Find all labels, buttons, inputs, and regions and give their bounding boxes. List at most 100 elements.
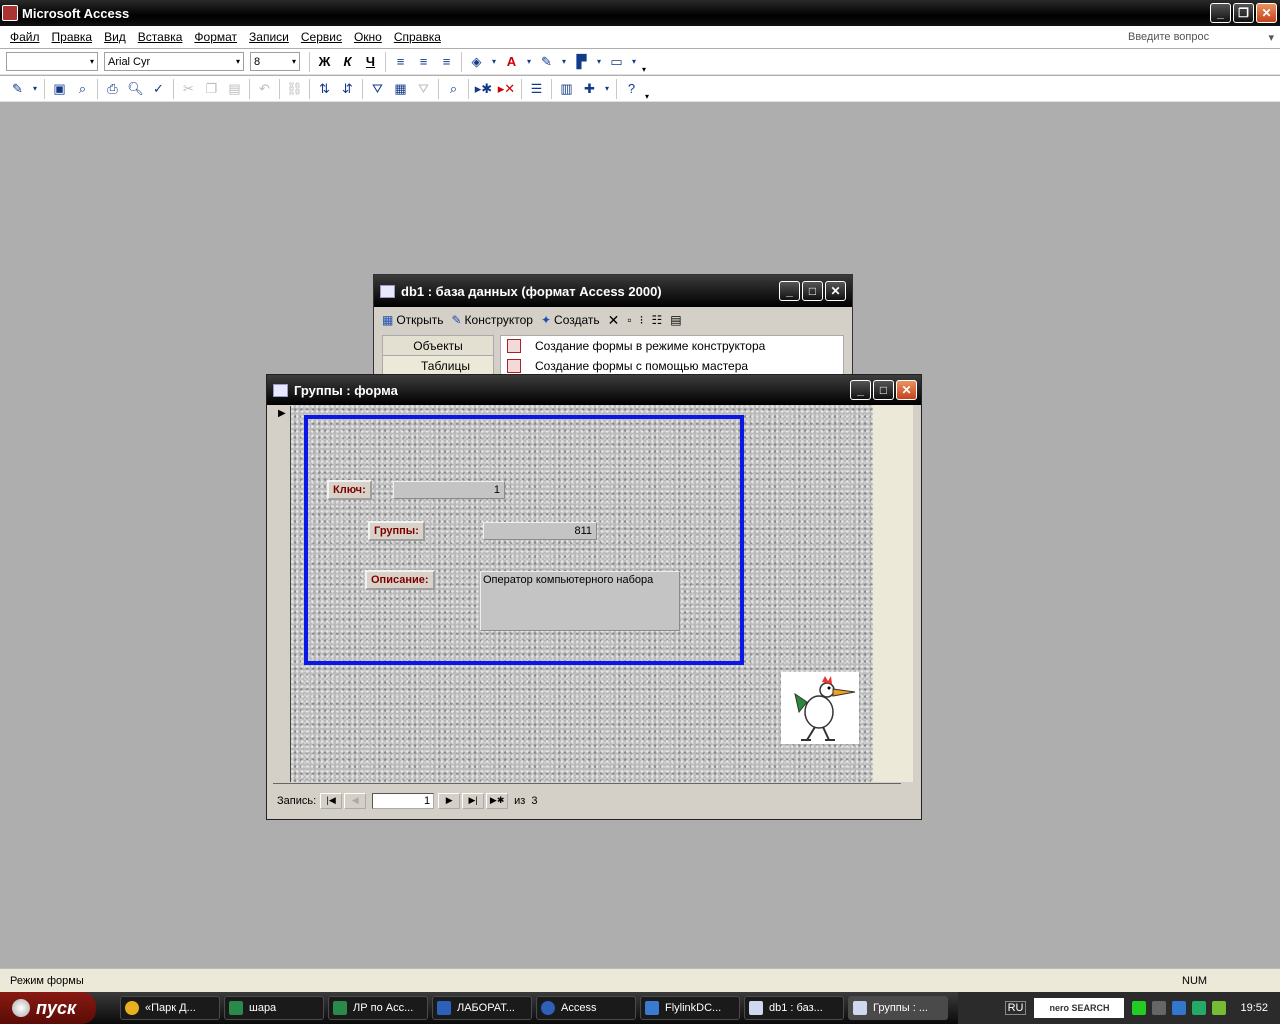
cut-icon[interactable]: ✂ xyxy=(177,78,200,100)
form-close-button[interactable]: ✕ xyxy=(896,380,917,400)
list-item[interactable]: Создание формы с помощью мастера xyxy=(507,356,843,376)
spelling-icon[interactable]: ✓ xyxy=(147,78,170,100)
filter-by-selection-icon[interactable]: ⛛ xyxy=(366,78,389,100)
description-field[interactable]: Оператор компьютерного набора xyxy=(480,571,680,631)
view-dropdown[interactable]: ▾ xyxy=(29,78,41,100)
new-object-icon[interactable]: ✚ xyxy=(578,78,601,100)
print-preview-icon[interactable]: 🔍︎ xyxy=(124,78,147,100)
open-button[interactable]: ▦ Открыть xyxy=(382,313,443,327)
antivirus-icon[interactable] xyxy=(1212,1001,1227,1015)
line-width-icon[interactable]: ▭ xyxy=(605,51,628,73)
help-question-box[interactable]: Введите вопрос ▾ xyxy=(1128,29,1274,45)
design-button[interactable]: ✎ Конструктор xyxy=(451,313,532,327)
sort-ascending-icon[interactable]: ⇅ xyxy=(313,78,336,100)
line-width-dropdown[interactable]: ▾ xyxy=(628,51,640,73)
fill-color-dropdown[interactable]: ▾ xyxy=(488,51,500,73)
chevron-left-icon[interactable] xyxy=(1152,1001,1167,1015)
toolbar-options-icon[interactable]: ▾ xyxy=(640,50,648,74)
start-button[interactable]: пуск xyxy=(0,992,96,1024)
font-color-dropdown[interactable]: ▾ xyxy=(523,51,535,73)
first-record-button[interactable]: |◀ xyxy=(320,792,343,809)
list-item[interactable]: Создание формы в режиме конструктора xyxy=(507,336,843,356)
task-lr-access[interactable]: ЛР по Acc... xyxy=(328,996,428,1020)
task-share[interactable]: шара xyxy=(224,996,324,1020)
new-record-icon[interactable]: ▸✱ xyxy=(472,78,495,100)
new-record-button[interactable]: ▶✱ xyxy=(486,792,509,809)
last-record-button[interactable]: ▶| xyxy=(462,792,485,809)
network-icon[interactable] xyxy=(1172,1001,1187,1015)
delete-record-icon[interactable]: ▸✕ xyxy=(495,78,518,100)
record-number-input[interactable]: 1 xyxy=(372,792,435,809)
menu-tools[interactable]: Сервис xyxy=(295,30,348,44)
italic-button[interactable]: К xyxy=(336,51,359,73)
close-button[interactable]: ✕ xyxy=(1256,3,1277,23)
task-browser[interactable]: «Парк Д... xyxy=(120,996,220,1020)
border-icon[interactable]: ▛ xyxy=(570,51,593,73)
line-color-icon[interactable]: ✎ xyxy=(535,51,558,73)
language-indicator[interactable]: RU xyxy=(1004,1001,1027,1015)
create-button[interactable]: ✦ Создать xyxy=(541,313,600,327)
task-flylink[interactable]: FlylinkDC... xyxy=(640,996,740,1020)
fill-color-icon[interactable]: ◈ xyxy=(465,51,488,73)
arrow-icon[interactable] xyxy=(1132,1001,1147,1015)
task-word-doc[interactable]: ЛАБОРАТ... xyxy=(432,996,532,1020)
task-groups-form[interactable]: Группы : ... xyxy=(848,996,948,1020)
database-window-icon[interactable]: ▥ xyxy=(555,78,578,100)
next-record-button[interactable]: ▶ xyxy=(438,792,461,809)
menu-records[interactable]: Записи xyxy=(243,30,295,44)
align-right-icon[interactable]: ≡ xyxy=(435,51,458,73)
bold-button[interactable]: Ж xyxy=(313,51,336,73)
filter-by-form-icon[interactable]: ▦ xyxy=(389,78,412,100)
border-dropdown[interactable]: ▾ xyxy=(593,51,605,73)
menu-insert[interactable]: Вставка xyxy=(132,30,189,44)
minimize-button[interactable]: _ xyxy=(1210,3,1231,23)
nvidia-icon[interactable] xyxy=(1192,1001,1207,1015)
task-access-help[interactable]: Access xyxy=(536,996,636,1020)
objects-header[interactable]: Объекты xyxy=(383,336,493,356)
menu-view[interactable]: Вид xyxy=(98,30,132,44)
restore-button[interactable]: ❐ xyxy=(1233,3,1254,23)
db-close-button[interactable]: ✕ xyxy=(825,281,846,301)
help-icon[interactable]: ? xyxy=(620,78,643,100)
task-db1[interactable]: db1 : баз... xyxy=(744,996,844,1020)
large-icons-icon[interactable]: ▫ xyxy=(627,313,631,327)
object-combo[interactable]: ▾ xyxy=(6,52,98,71)
view-icon[interactable]: ✎ xyxy=(6,78,29,100)
properties-icon[interactable]: ☰ xyxy=(525,78,548,100)
menu-help[interactable]: Справка xyxy=(388,30,447,44)
small-icons-icon[interactable]: ⁝ xyxy=(640,313,644,327)
save-icon[interactable]: ▣ xyxy=(48,78,71,100)
apply-filter-icon[interactable]: ⛛ xyxy=(412,78,435,100)
record-selector[interactable]: ▶ xyxy=(273,406,291,782)
prev-record-button[interactable]: ◀ xyxy=(344,792,367,809)
form-maximize-button[interactable]: □ xyxy=(873,380,894,400)
align-center-icon[interactable]: ≡ xyxy=(412,51,435,73)
menu-file[interactable]: Файл xyxy=(4,30,46,44)
db-minimize-button[interactable]: _ xyxy=(779,281,800,301)
nero-search-box[interactable]: nero SEARCH xyxy=(1034,998,1125,1018)
group-field[interactable]: 811 xyxy=(483,522,597,540)
paste-icon[interactable]: ▤ xyxy=(223,78,246,100)
details-view-icon[interactable]: ▤ xyxy=(670,313,681,327)
file-search-icon[interactable]: ⌕ xyxy=(71,78,94,100)
font-combo[interactable]: Arial Cyr ▾ xyxy=(104,52,244,71)
menu-format[interactable]: Формат xyxy=(188,30,243,44)
find-icon[interactable]: ⌕ xyxy=(442,78,465,100)
line-color-dropdown[interactable]: ▾ xyxy=(558,51,570,73)
menu-window[interactable]: Окно xyxy=(348,30,388,44)
copy-icon[interactable]: ❐ xyxy=(200,78,223,100)
objects-item-tables[interactable]: Таблицы xyxy=(383,356,493,376)
key-field[interactable]: 1 xyxy=(393,481,505,499)
hyperlink-icon[interactable]: ⛓ xyxy=(283,78,306,100)
sort-descending-icon[interactable]: ⇵ xyxy=(336,78,359,100)
form-minimize-button[interactable]: _ xyxy=(850,380,871,400)
menu-edit[interactable]: Правка xyxy=(46,30,99,44)
align-left-icon[interactable]: ≡ xyxy=(389,51,412,73)
font-color-icon[interactable]: A xyxy=(500,51,523,73)
new-object-dropdown[interactable]: ▾ xyxy=(601,78,613,100)
toolbar-options-icon-2[interactable]: ▾ xyxy=(643,77,651,101)
print-icon[interactable]: ⎙ xyxy=(101,78,124,100)
underline-button[interactable]: Ч xyxy=(359,51,382,73)
undo-icon[interactable]: ↶ xyxy=(253,78,276,100)
db-maximize-button[interactable]: □ xyxy=(802,281,823,301)
